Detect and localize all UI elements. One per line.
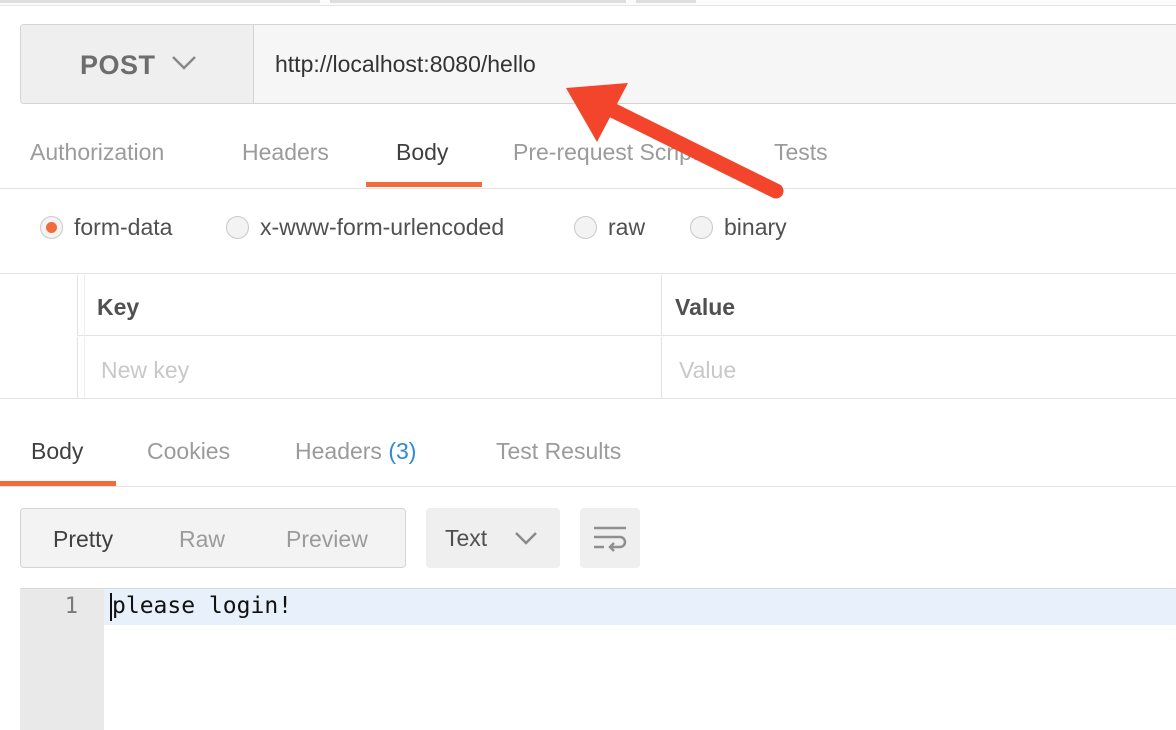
format-label: Text <box>445 525 488 551</box>
radio-label: x-www-form-urlencoded <box>260 214 505 240</box>
radio-label: raw <box>608 214 646 240</box>
tab-tests[interactable]: Tests <box>774 139 828 166</box>
table-header-row: Key Value <box>0 275 1176 336</box>
key-header: Key <box>97 294 140 320</box>
form-data-table: Key Value New key Value <box>0 275 1176 399</box>
new-key-placeholder: New key <box>101 357 190 383</box>
request-tabs: Authorization Headers Body Pre-request S… <box>0 130 1176 189</box>
tab-body[interactable]: Body <box>396 139 448 166</box>
top-tab-segment <box>0 0 320 3</box>
new-value-field[interactable]: Value <box>663 337 1176 398</box>
response-tab-headers-label: Headers <box>295 438 382 464</box>
radio-unchecked-icon <box>690 216 713 239</box>
radio-unchecked-icon <box>226 216 249 239</box>
line-number-gutter: 1 <box>20 589 104 730</box>
line-number: 1 <box>64 594 78 619</box>
top-tab-strip <box>0 0 1176 6</box>
method-label: POST <box>80 50 156 80</box>
active-response-tab-indicator <box>0 481 116 486</box>
value-column-header: Value <box>663 275 1176 336</box>
response-text: please login! <box>112 593 293 619</box>
new-key-field[interactable]: New key <box>84 337 662 398</box>
response-tabs: Body Cookies Headers (3) Test Results <box>0 428 1176 487</box>
response-tab-headers[interactable]: Headers (3) <box>295 438 416 465</box>
body-type-options: form-data x-www-form-urlencoded raw bina… <box>0 190 1176 274</box>
format-dropdown[interactable]: Text <box>426 508 560 568</box>
view-preview-button[interactable]: Preview <box>286 526 368 553</box>
top-tab-segment <box>636 0 696 3</box>
row-checkbox-cell <box>0 337 78 398</box>
new-value-placeholder: Value <box>679 357 737 383</box>
radio-label: form-data <box>74 214 173 240</box>
view-mode-toggle: Pretty Raw Preview <box>20 508 406 568</box>
url-input[interactable]: http://localhost:8080/hello <box>275 51 536 78</box>
view-pretty-button[interactable]: Pretty <box>53 526 113 553</box>
wrap-lines-icon <box>594 526 627 552</box>
radio-label: binary <box>724 214 787 240</box>
response-tab-body[interactable]: Body <box>31 438 83 465</box>
response-tab-cookies[interactable]: Cookies <box>147 438 230 465</box>
radio-checked-icon <box>40 216 63 239</box>
key-column-header: Key <box>84 275 662 336</box>
request-url-bar: POST http://localhost:8080/hello <box>20 24 1176 104</box>
table-row: New key Value <box>0 337 1176 398</box>
response-body-editor[interactable]: 1 please login! <box>20 588 1176 730</box>
wrap-lines-button[interactable] <box>580 508 640 568</box>
tab-headers[interactable]: Headers <box>242 139 329 166</box>
response-tab-test-results[interactable]: Test Results <box>496 438 621 465</box>
tab-authorization[interactable]: Authorization <box>30 139 164 166</box>
active-tab-indicator <box>366 182 482 187</box>
method-dropdown[interactable]: POST <box>21 25 254 103</box>
radio-unchecked-icon <box>574 216 597 239</box>
text-cursor <box>110 593 112 621</box>
chevron-down-icon <box>172 56 196 70</box>
top-tab-segment <box>330 0 626 3</box>
chevron-down-icon <box>515 532 537 545</box>
table-checkbox-column <box>0 275 78 336</box>
headers-count-badge: (3) <box>388 438 417 464</box>
tab-pre-request-script[interactable]: Pre-request Script <box>513 139 698 166</box>
value-header: Value <box>675 294 736 320</box>
view-raw-button[interactable]: Raw <box>179 526 225 553</box>
